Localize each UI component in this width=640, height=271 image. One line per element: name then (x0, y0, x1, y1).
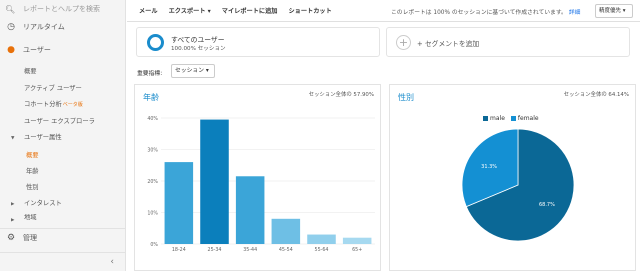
sidebar-admin-section: ⚙ 管理 (0, 228, 126, 248)
sidebar-sub-explorer[interactable]: ユーザー エクスプローラ (24, 116, 95, 128)
sidebar-sub-cohort[interactable]: コホート分析ベータ版 (24, 99, 83, 111)
age-panel: 年齢 セッション全体の 57.90% 0% 10% 20% 30% 40% 18-24 25… (134, 84, 381, 271)
segment-title: すべてのユーザー (171, 36, 225, 44)
precision-select-value: 精度優先 (599, 8, 622, 14)
precision-select[interactable]: 精度優先 ▾ (595, 4, 633, 18)
expand-down-icon: ▼ (11, 136, 15, 141)
age-bar-chart: 0% 10% 20% 30% 40% 18-24 25-34 35-44 45-54 55-64 6… (147, 116, 375, 253)
gear-icon: ⚙ (6, 233, 16, 243)
y-tick-label: 10% (147, 211, 158, 217)
sidebar-sub-gender[interactable]: 性別 (26, 182, 39, 194)
sidebar-item-admin[interactable]: ⚙ 管理 (0, 231, 126, 245)
cohort-label: コホート分析 (24, 101, 62, 108)
details-link[interactable]: 詳細 (569, 10, 581, 16)
x-tick-label: 25-34 (208, 247, 222, 253)
bar-18-24 (164, 162, 194, 244)
sidebar-sub-attr-overview[interactable]: 概要 (26, 150, 39, 162)
email-button[interactable]: メール (139, 6, 158, 15)
segment-ring-icon (147, 34, 164, 51)
sidebar-sub-interests[interactable]: インタレスト (24, 198, 62, 210)
bar-65+ (342, 237, 372, 244)
sidebar-item-users[interactable]: ● ユーザー (0, 43, 126, 57)
shortcut-button[interactable]: ショートカット (288, 6, 331, 15)
sidebar-sub-active-users[interactable]: アクティブ ユーザー (24, 83, 82, 95)
search-input[interactable]: レポートとヘルプを検索 (23, 4, 100, 14)
y-tick-label: 0% (150, 242, 158, 248)
sidebar-item-label: 管理 (23, 234, 37, 242)
x-tick-label: 35-44 (243, 247, 257, 253)
chevron-left-icon: ‹ (110, 257, 114, 267)
y-tick-label: 40% (147, 116, 158, 122)
key-metric-value: セッション (175, 68, 204, 74)
y-tick-label: 20% (147, 179, 158, 185)
bar-25-34 (200, 119, 229, 244)
x-tick-label: 65+ (352, 247, 362, 253)
segment-all-users[interactable]: すべてのユーザー 100.00% セッション (136, 27, 380, 57)
add-segment-button[interactable]: + + セグメントを追加 (386, 27, 630, 57)
expand-right-icon: ▶ (11, 202, 15, 207)
clock-icon: ◷ (7, 22, 15, 32)
collapse-sidebar-button[interactable]: ‹ (0, 252, 126, 271)
add-segment-label: + セグメントを追加 (417, 40, 480, 48)
plus-icon: + (396, 35, 411, 50)
key-metric-label: 重要指標: (137, 71, 163, 77)
x-tick-label: 45-54 (279, 247, 293, 253)
export-menu[interactable]: エクスポート ▾ (169, 6, 211, 15)
bar-45-54 (271, 218, 301, 244)
pie-data-label: 31.3% (481, 164, 497, 170)
sidebar-item-realtime[interactable]: ◷ リアルタイム (0, 20, 126, 34)
pie-data-label: 68.7% (539, 202, 555, 208)
sidebar-item-label: リアルタイム (23, 23, 65, 31)
bar-35-44 (235, 176, 265, 244)
sidebar-sub-geo[interactable]: 地域 (24, 214, 37, 222)
gender-panel: 性別 セッション全体の 64.14% male female 68.7% 31.3… (389, 84, 636, 271)
person-icon: ● (7, 45, 15, 55)
key-metric-select[interactable]: セッション ▾ (171, 64, 215, 78)
sampling-note: このレポートは 100% のセッションに基づいて作成されています。 詳細 (391, 7, 580, 16)
sidebar-sub-age[interactable]: 年齢 (26, 166, 39, 178)
sidebar-sub-attributes[interactable]: ユーザー属性 (24, 132, 62, 144)
report-search[interactable]: 🔍︎ レポートとヘルプを検索 (0, 0, 126, 18)
sidebar-item-label: ユーザー (23, 46, 51, 54)
x-tick-label: 55-64 (315, 247, 329, 253)
beta-badge: ベータ版 (62, 102, 83, 108)
x-tick-label: 18-24 (172, 247, 186, 253)
report-toolbar: メール エクスポート ▾ マイレポートに追加 ショートカット このレポートは 1… (127, 0, 640, 22)
y-tick-label: 30% (147, 148, 158, 154)
bar-55-64 (307, 234, 336, 244)
segment-subtitle: 100.00% セッション (171, 46, 226, 52)
add-to-dashboard-button[interactable]: マイレポートに追加 (222, 6, 278, 15)
sidebar: 🔍︎ レポートとヘルプを検索 ◷ リアルタイム ● ユーザー 概要 アクティブ … (0, 0, 126, 271)
sampling-note-text: このレポートは 100% のセッションに基づいて作成されています。 (391, 10, 567, 16)
gender-pie-chart: 68.7% 31.3% (461, 128, 575, 242)
search-icon: 🔍︎ (5, 4, 16, 14)
expand-right-icon: ▶ (11, 218, 15, 223)
sidebar-sub-overview[interactable]: 概要 (24, 66, 37, 78)
